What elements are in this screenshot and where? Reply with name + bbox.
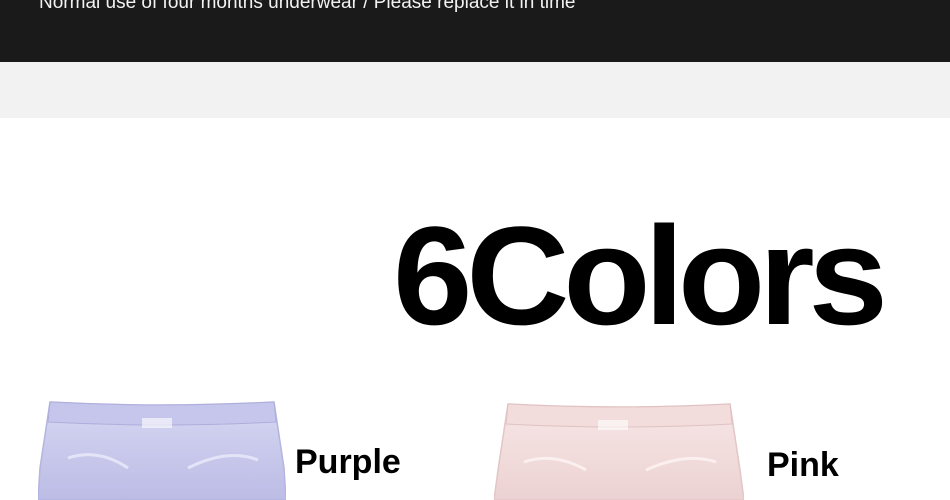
divider-band	[0, 62, 950, 118]
banner-text: Normal use of four months underwear / Pl…	[39, 0, 576, 13]
colors-heading: 6Colors	[393, 197, 888, 354]
product-image-purple	[38, 398, 286, 500]
color-label-purple: Purple	[295, 443, 401, 481]
product-image-pink	[494, 400, 744, 500]
top-banner: Normal use of four months underwear / Pl…	[0, 0, 950, 63]
color-label-pink: Pink	[767, 446, 839, 484]
